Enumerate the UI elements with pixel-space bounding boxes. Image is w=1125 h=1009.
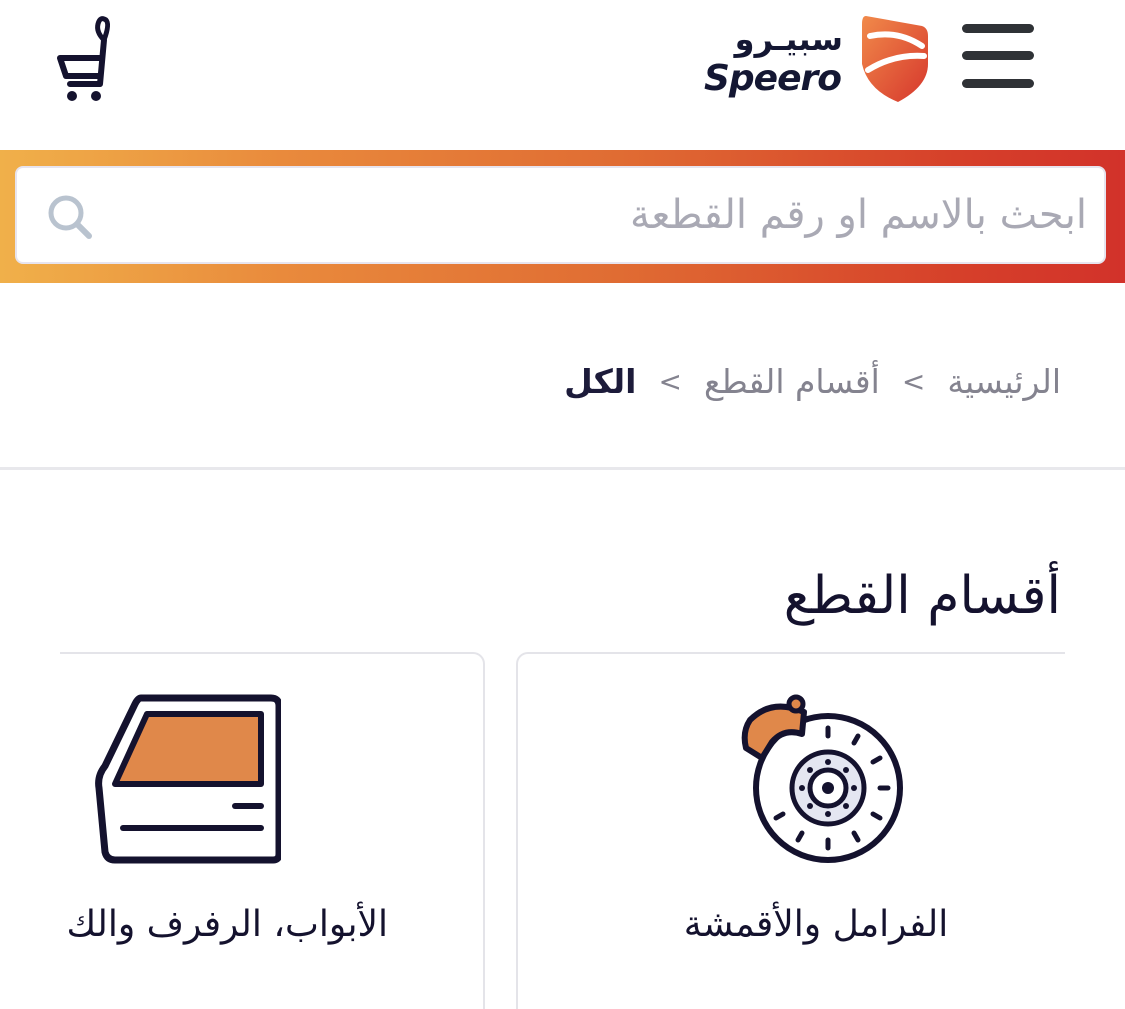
hamburger-bar [962, 51, 1034, 60]
breadcrumb-categories[interactable]: أقسام القطع [704, 362, 880, 401]
search-box [15, 166, 1106, 264]
category-label: الأبواب، الرفرف والك [66, 904, 388, 945]
logo-arabic-text: سبيـرو [734, 20, 843, 58]
section-title: أقسام القطع [783, 566, 1061, 626]
breadcrumb-home[interactable]: الرئيسية [947, 362, 1061, 401]
header: سبيـرو Speero [0, 0, 1125, 150]
category-label: الفرامل والأقمشة [683, 904, 949, 945]
category-card-brakes[interactable]: الفرامل والأقمشة [516, 652, 1065, 1009]
divider [0, 467, 1125, 470]
shield-logo-icon [862, 16, 928, 102]
breadcrumb-current: الكل [564, 362, 637, 401]
breadcrumb-separator: > [658, 365, 682, 398]
search-band [0, 150, 1125, 283]
logo-english-text: Speero [703, 58, 842, 99]
speero-logo[interactable]: سبيـرو Speero [704, 10, 930, 106]
menu-button[interactable] [962, 24, 1034, 88]
breadcrumb: الرئيسية > أقسام القطع > الكل [564, 362, 1061, 401]
cart-icon [57, 16, 111, 101]
category-card-doors[interactable]: الأبواب، الرفرف والك [60, 652, 485, 1009]
search-icon[interactable] [45, 192, 95, 242]
cart-button[interactable] [56, 14, 126, 102]
hamburger-icon [962, 24, 1034, 33]
car-door-icon [95, 694, 281, 864]
breadcrumb-separator: > [901, 365, 926, 398]
brake-disc-icon [741, 694, 903, 863]
hamburger-bar [962, 79, 1034, 88]
categories-carousel[interactable]: الفرامل والأقمشة الأبواب، الرفرف والك [60, 652, 1065, 1009]
search-input[interactable] [117, 178, 1087, 252]
